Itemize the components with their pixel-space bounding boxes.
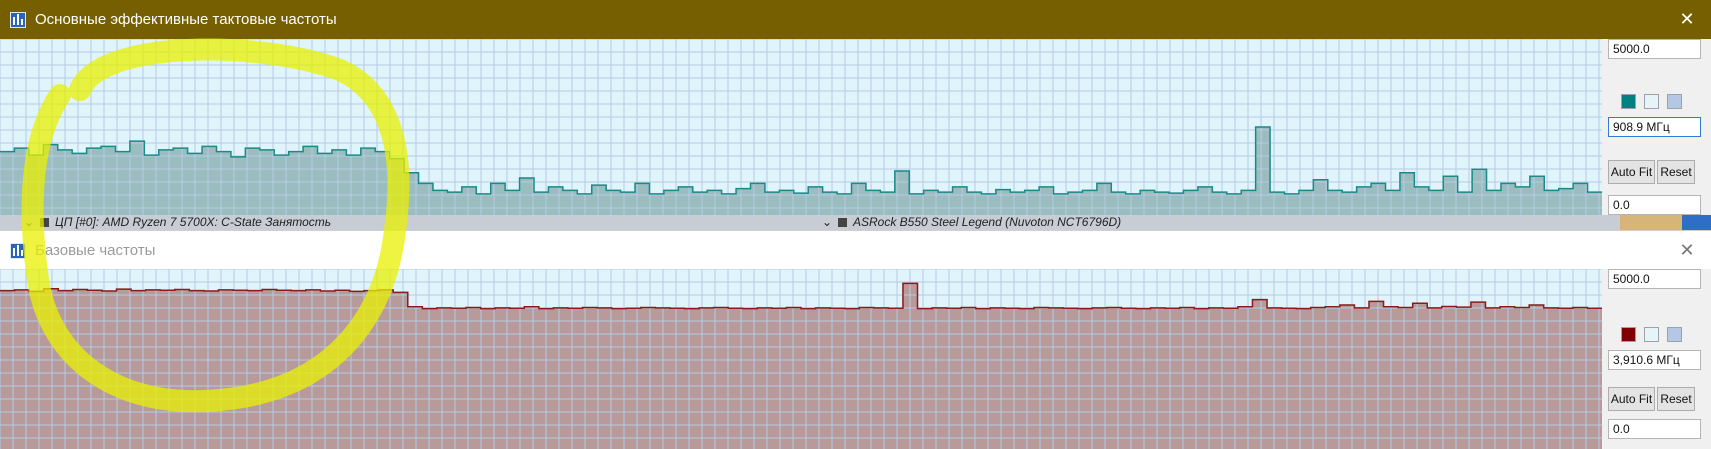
max-value-field[interactable]: 5000.0 [1608, 269, 1701, 289]
title-bar[interactable]: Базовые частоты ✕ [0, 230, 1711, 269]
graph-controls: 5000.0 3,910.6 МГц Auto Fit Reset 0.0 [1606, 269, 1711, 449]
strip-item-board[interactable]: ⌄ ASRock B550 Steel Legend (Nuvoton NCT67… [822, 215, 1121, 230]
base-clocks-window: Базовые частоты ✕ 5000.0 3,910.6 МГц Aut… [0, 230, 1711, 449]
effective-clocks-window: Основные эффективные тактовые частоты ✕ … [0, 0, 1711, 223]
grid-color-swatch[interactable] [1667, 327, 1682, 342]
strip-label-board: ASRock B550 Steel Legend (Nuvoton NCT679… [853, 215, 1122, 229]
title-bar[interactable]: Основные эффективные тактовые частоты ✕ [0, 0, 1711, 39]
effective-clock-graph [0, 39, 1602, 215]
strip-item-cpu[interactable]: ⌄ ЦП [#0]: AMD Ryzen 7 5700X: C-State Зан… [24, 215, 331, 230]
line-color-swatch[interactable] [1621, 94, 1636, 109]
graph-controls: 5000.0 908.9 МГц Auto Fit Reset 0.0 [1606, 39, 1711, 223]
reset-button[interactable]: Reset [1657, 160, 1695, 184]
current-value-field[interactable]: 908.9 МГц [1608, 117, 1701, 137]
strip-segment-blue [1682, 215, 1711, 230]
background-color-swatch[interactable] [1644, 327, 1659, 342]
reset-button[interactable]: Reset [1657, 387, 1695, 411]
base-clock-graph [0, 269, 1602, 449]
window-title: Базовые частоты [35, 242, 156, 259]
auto-fit-button[interactable]: Auto Fit [1608, 387, 1655, 411]
background-sensor-strip: ⌄ ЦП [#0]: AMD Ryzen 7 5700X: C-State Зан… [0, 215, 1711, 230]
close-icon[interactable]: ✕ [1677, 239, 1697, 261]
close-icon[interactable]: ✕ [1677, 8, 1697, 30]
sensor-icon [838, 218, 847, 227]
chevron-down-icon: ⌄ [24, 215, 35, 229]
background-color-swatch[interactable] [1644, 94, 1659, 109]
grid-color-swatch[interactable] [1667, 94, 1682, 109]
app-chart-icon [10, 243, 26, 259]
current-value-field[interactable]: 3,910.6 МГц [1608, 350, 1701, 370]
min-value-field[interactable]: 0.0 [1608, 419, 1701, 439]
strip-segment [1620, 215, 1682, 230]
strip-label-cpu: ЦП [#0]: AMD Ryzen 7 5700X: C-State Заня… [55, 215, 332, 229]
line-color-swatch[interactable] [1621, 327, 1636, 342]
min-value-field[interactable]: 0.0 [1608, 195, 1701, 215]
sensor-icon [40, 218, 49, 227]
window-title: Основные эффективные тактовые частоты [35, 11, 337, 28]
auto-fit-button[interactable]: Auto Fit [1608, 160, 1655, 184]
app-chart-icon [10, 12, 26, 28]
chevron-down-icon: ⌄ [822, 215, 833, 229]
max-value-field[interactable]: 5000.0 [1608, 39, 1701, 59]
